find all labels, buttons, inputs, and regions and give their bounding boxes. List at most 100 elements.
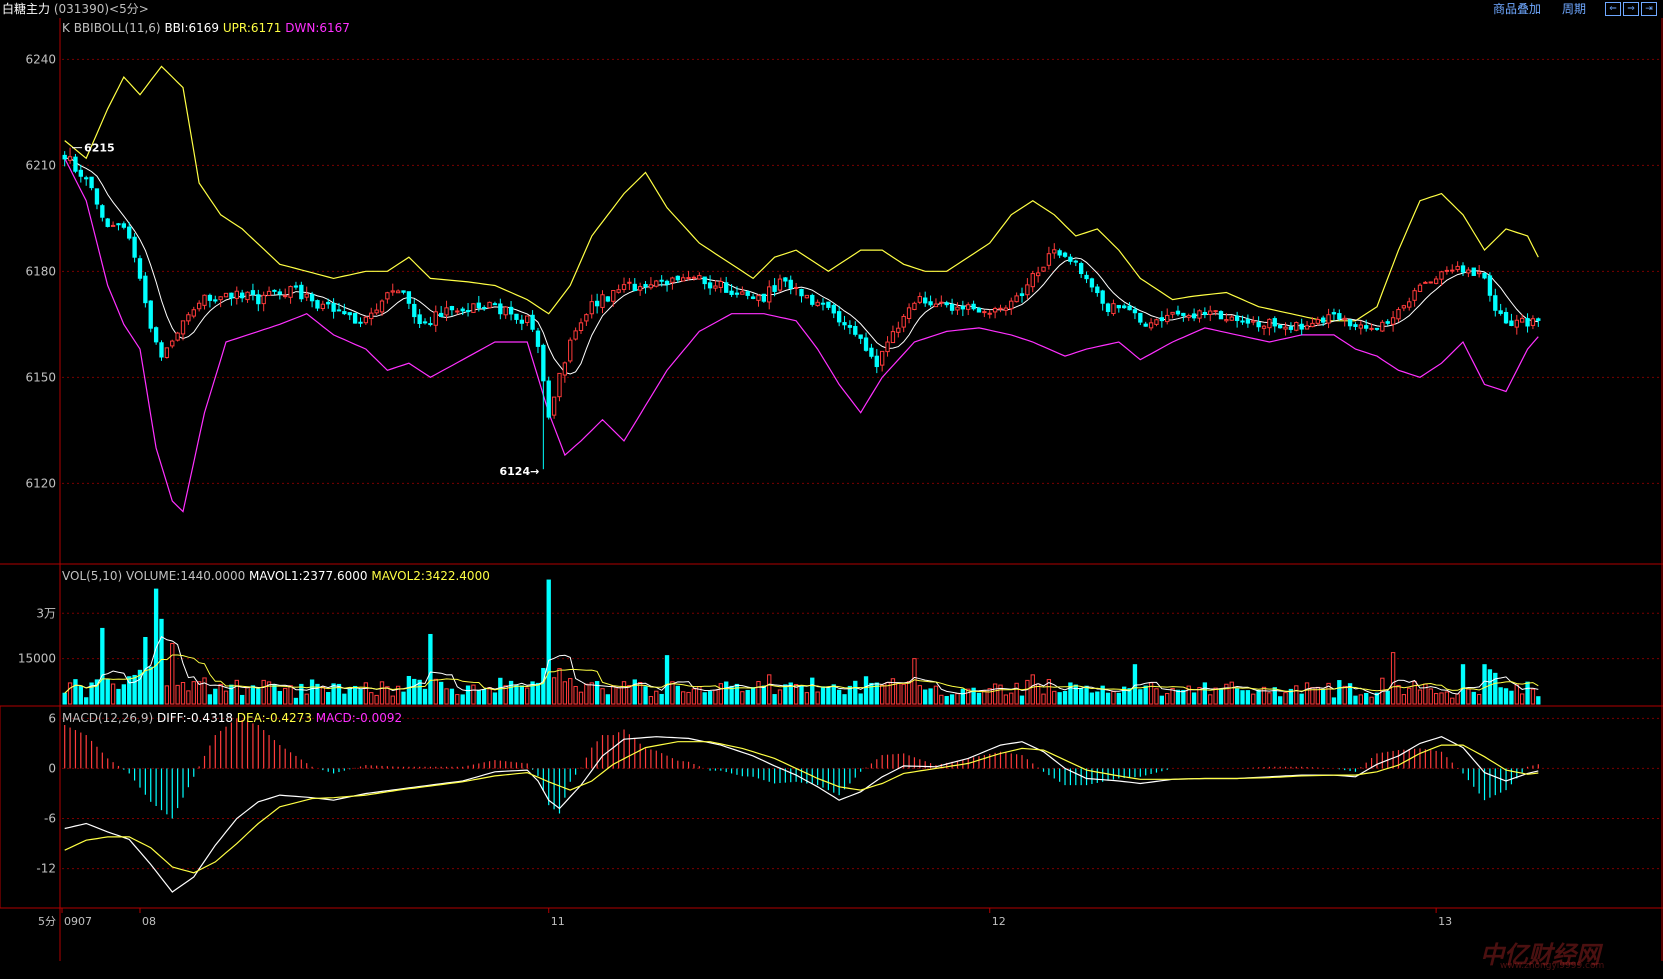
volume-bar[interactable] [777,689,783,705]
candle-body[interactable] [186,314,191,322]
volume-bar[interactable] [1277,696,1283,705]
volume-bar[interactable] [546,579,551,705]
candle-body[interactable] [1288,326,1294,330]
candle-body[interactable] [578,322,584,332]
candle-body[interactable] [1315,319,1320,324]
period-button[interactable]: 周期 [1562,1,1586,17]
candle-body[interactable] [880,350,885,366]
volume-bar[interactable] [369,692,374,705]
candle-body[interactable] [562,362,568,376]
volume-bar[interactable] [78,685,83,705]
volume-bar[interactable] [492,692,498,705]
candle-body[interactable] [202,294,207,306]
volume-bar[interactable] [180,682,186,705]
candle-body[interactable] [1170,311,1175,315]
volume-bar[interactable] [1385,690,1390,705]
volume-bar[interactable] [605,694,611,705]
volume-bar[interactable] [1358,694,1363,705]
volume-bar[interactable] [121,684,127,705]
volume-bar[interactable] [562,681,568,705]
candle-body[interactable] [793,286,799,289]
volume-bar[interactable] [767,674,772,705]
candle-body[interactable] [1514,319,1519,328]
volume-bar[interactable] [482,689,487,705]
candle-body[interactable] [1213,310,1218,313]
volume-bar[interactable] [1428,688,1433,705]
candle-body[interactable] [1148,322,1154,329]
volume-bar[interactable] [234,679,239,705]
candle-body[interactable] [960,305,966,310]
volume-bar[interactable] [616,687,621,705]
volume-bar[interactable] [1476,694,1482,705]
candle-body[interactable] [1181,312,1186,317]
volume-bar[interactable] [826,687,831,705]
candle-body[interactable] [1127,305,1132,311]
candle-body[interactable] [912,302,917,310]
volume-bar[interactable] [1267,692,1272,705]
candle-body[interactable] [417,314,422,324]
volume-bar[interactable] [223,690,229,705]
candle-body[interactable] [1444,269,1450,272]
candle-body[interactable] [1068,256,1073,262]
volume-bar[interactable] [1482,664,1487,705]
candle-body[interactable] [1396,309,1401,320]
volume-bar[interactable] [412,678,417,705]
candle-body[interactable] [465,310,471,313]
volume-bar[interactable] [987,688,992,705]
volume-bar[interactable] [358,689,363,705]
volume-bar[interactable] [820,686,826,705]
candle-body[interactable] [939,301,944,304]
volume-bar[interactable] [1116,692,1121,705]
volume-bar[interactable] [116,688,121,705]
candle-body[interactable] [1218,311,1224,320]
volume-bar[interactable] [1213,687,1218,705]
candle-body[interactable] [94,188,100,205]
candle-body[interactable] [1520,317,1525,323]
volume-bar[interactable] [1003,694,1009,705]
candle-body[interactable] [557,372,562,398]
candle-body[interactable] [836,311,842,323]
volume-bar[interactable] [1342,685,1347,705]
volume-bar[interactable] [320,686,326,705]
volume-bar[interactable] [1009,692,1014,705]
candle-body[interactable] [390,290,395,293]
candle-body[interactable] [659,279,664,282]
candle-body[interactable] [207,294,213,301]
candle-body[interactable] [261,294,266,305]
volume-bar[interactable] [1132,664,1138,705]
candle-body[interactable] [245,291,250,301]
candle-body[interactable] [1358,324,1363,329]
candle-body[interactable] [1025,284,1030,296]
candle-body[interactable] [718,281,723,288]
volume-bar[interactable] [637,681,643,705]
volume-bar[interactable] [1251,693,1256,705]
candle-body[interactable] [1417,284,1423,292]
volume-bar[interactable] [218,683,223,705]
volume-bar[interactable] [600,688,605,705]
volume-bar[interactable] [654,690,659,705]
volume-bar[interactable] [982,690,987,705]
candle-body[interactable] [1536,318,1541,321]
candle-body[interactable] [767,286,772,303]
volume-bar[interactable] [1105,692,1111,705]
volume-bar[interactable] [250,685,256,705]
candle-body[interactable] [266,290,272,296]
volume-bar[interactable] [1138,689,1143,705]
volume-bar[interactable] [906,681,912,705]
candle-body[interactable] [815,301,820,307]
volume-bar[interactable] [1536,696,1541,705]
candle-body[interactable] [761,293,767,302]
volume-bar[interactable] [632,679,637,705]
candle-body[interactable] [998,307,1003,310]
candle-body[interactable] [1240,320,1245,323]
candle-body[interactable] [551,396,557,416]
candle-body[interactable] [293,285,299,288]
candle-body[interactable] [272,289,277,292]
volume-bar[interactable] [1025,679,1030,705]
scroll-right-icon[interactable]: ⇒ [1623,2,1639,16]
volume-bar[interactable] [707,691,713,705]
candle-body[interactable] [331,303,336,312]
candle-body[interactable] [568,339,573,362]
volume-bar[interactable] [1509,690,1514,705]
volume-bar[interactable] [1444,691,1450,705]
